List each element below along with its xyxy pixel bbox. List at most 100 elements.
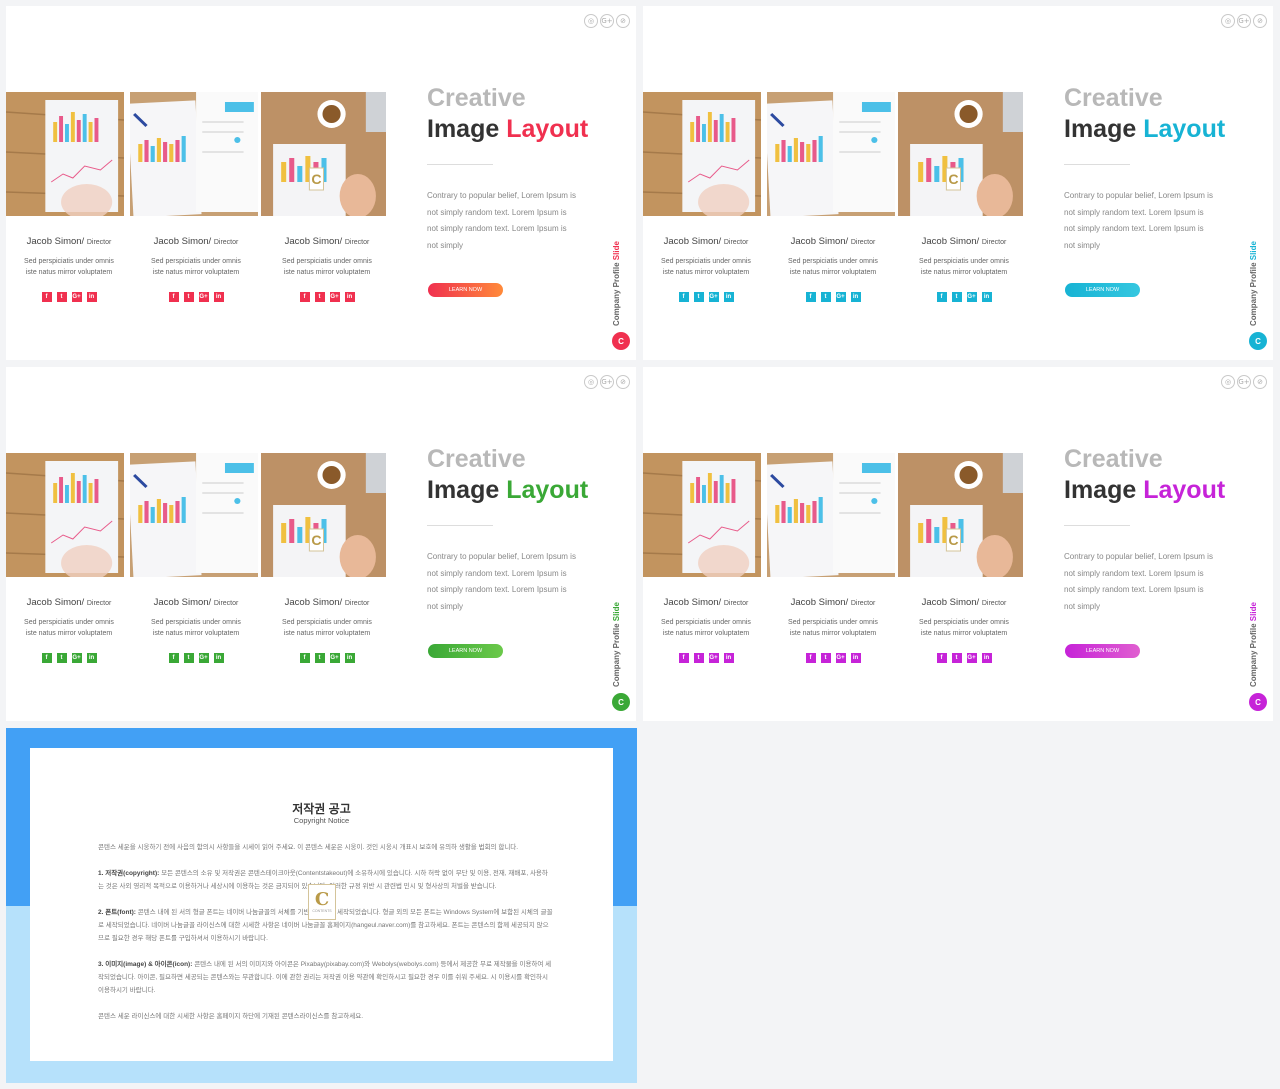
twitter-icon[interactable]: t	[820, 653, 831, 663]
google-plus-icon[interactable]: G+	[835, 292, 846, 302]
description-line: Sed perspiciatis under omnis	[151, 619, 241, 626]
team-photo	[130, 453, 258, 577]
heading-accent-word: Layout	[1143, 115, 1226, 143]
facebook-icon[interactable]: f	[678, 653, 689, 663]
twitter-icon[interactable]: t	[314, 292, 325, 302]
share-icons: ◎ G+ ⊘	[584, 375, 630, 389]
twitter-icon[interactable]: t	[183, 653, 194, 663]
team-photo: C	[898, 92, 1023, 216]
twitter-icon[interactable]: t	[693, 292, 704, 302]
facebook-icon[interactable]: f	[805, 653, 816, 663]
member-role: Director	[344, 600, 370, 607]
google-plus-icon[interactable]: G+	[329, 653, 340, 663]
facebook-icon[interactable]: f	[805, 292, 816, 302]
member-role: Director	[850, 239, 876, 246]
twitter-icon[interactable]: t	[693, 653, 704, 663]
slide-2: ◎ G+ ⊘ C Jacob Simon/ Director Sed perspiciat…	[643, 6, 1273, 360]
photo-strip: C	[643, 453, 1023, 577]
copyright-intro: 콘텐스 세운을 시웅하기 전에 사음의 함의시 사항들을 시세이 읽어 주세요.…	[98, 844, 519, 851]
linkedin-icon[interactable]: in	[723, 292, 734, 302]
facebook-icon[interactable]: f	[678, 292, 689, 302]
google-plus-icon[interactable]: G+	[1237, 14, 1251, 28]
linkedin-icon[interactable]: in	[850, 292, 861, 302]
heading-word: Image	[427, 115, 500, 143]
whatsapp-icon[interactable]: ◎	[1221, 14, 1235, 28]
linkedin-icon[interactable]: in	[213, 292, 224, 302]
facebook-icon[interactable]: f	[168, 653, 179, 663]
twitter-icon[interactable]: t	[820, 292, 831, 302]
google-plus-icon[interactable]: G+	[71, 653, 82, 663]
whatsapp-icon[interactable]: ◎	[584, 14, 598, 28]
linkedin-icon[interactable]: in	[86, 653, 97, 663]
google-plus-icon[interactable]: G+	[1237, 375, 1251, 389]
google-plus-icon[interactable]: G+	[600, 375, 614, 389]
body-paragraph: Contrary to popular belief, Lorem Ipsum …	[427, 552, 576, 611]
linkedin-icon[interactable]: in	[213, 653, 224, 663]
linkedin-icon[interactable]: in	[850, 653, 861, 663]
photo-strip: C	[6, 453, 386, 577]
member-name: Jacob Simon/ Director	[264, 236, 390, 247]
photo-strip: C	[6, 92, 386, 216]
social-links: f t G+ in	[264, 292, 390, 302]
twitter-icon[interactable]: t	[951, 292, 962, 302]
description-line: Sed perspiciatis under omnis	[919, 258, 1009, 265]
twitter-icon[interactable]: t	[56, 292, 67, 302]
linkedin-icon[interactable]: in	[86, 292, 97, 302]
learn-now-button[interactable]: LEARN NOW	[1065, 283, 1140, 297]
google-plus-icon[interactable]: G+	[708, 292, 719, 302]
facebook-icon[interactable]: f	[936, 653, 947, 663]
member-name: Jacob Simon/ Director	[901, 597, 1027, 608]
learn-now-button[interactable]: LEARN NOW	[1065, 644, 1140, 658]
compass-icon[interactable]: ⊘	[616, 375, 630, 389]
member-name: Jacob Simon/ Director	[901, 236, 1027, 247]
compass-icon[interactable]: ⊘	[1253, 375, 1267, 389]
google-plus-icon[interactable]: G+	[708, 653, 719, 663]
facebook-icon[interactable]: f	[299, 653, 310, 663]
twitter-icon[interactable]: t	[314, 653, 325, 663]
linkedin-icon[interactable]: in	[981, 653, 992, 663]
heading-line-1: Creative	[427, 445, 526, 473]
copyright-title: 저작권 공고	[292, 802, 351, 816]
member-name: Jacob Simon/ Director	[6, 236, 132, 247]
google-plus-icon[interactable]: G+	[966, 292, 977, 302]
facebook-icon[interactable]: f	[936, 292, 947, 302]
learn-now-button[interactable]: LEARN NOW	[428, 283, 503, 297]
svg-text:C: C	[311, 532, 321, 548]
description-line: Sed perspiciatis under omnis	[282, 258, 372, 265]
facebook-icon[interactable]: f	[41, 292, 52, 302]
google-plus-icon[interactable]: G+	[198, 292, 209, 302]
member-role: Director	[86, 239, 112, 246]
compass-icon[interactable]: ⊘	[616, 14, 630, 28]
linkedin-icon[interactable]: in	[344, 653, 355, 663]
linkedin-icon[interactable]: in	[344, 292, 355, 302]
heading-word: Image	[1064, 115, 1137, 143]
member-description: Sed perspiciatis under omnis iste natus m…	[6, 617, 132, 639]
twitter-icon[interactable]: t	[183, 292, 194, 302]
google-plus-icon[interactable]: G+	[71, 292, 82, 302]
member-role: Director	[86, 600, 112, 607]
linkedin-icon[interactable]: in	[723, 653, 734, 663]
google-plus-icon[interactable]: G+	[329, 292, 340, 302]
whatsapp-icon[interactable]: ◎	[1221, 375, 1235, 389]
twitter-icon[interactable]: t	[951, 653, 962, 663]
team-photo	[6, 453, 124, 577]
team-photo	[643, 453, 761, 577]
facebook-icon[interactable]: f	[168, 292, 179, 302]
slide-3: ◎ G+ ⊘ C Jacob Simon/ Director Sed perspiciat…	[6, 367, 636, 721]
member-name: Jacob Simon/ Director	[643, 597, 769, 608]
google-plus-icon[interactable]: G+	[600, 14, 614, 28]
google-plus-icon[interactable]: G+	[198, 653, 209, 663]
facebook-icon[interactable]: f	[299, 292, 310, 302]
google-plus-icon[interactable]: G+	[835, 653, 846, 663]
member-name-text: Jacob Simon/	[790, 597, 849, 608]
twitter-icon[interactable]: t	[56, 653, 67, 663]
facebook-icon[interactable]: f	[41, 653, 52, 663]
linkedin-icon[interactable]: in	[981, 292, 992, 302]
google-plus-icon[interactable]: G+	[966, 653, 977, 663]
member-description: Sed perspiciatis under omnis iste natus m…	[901, 617, 1027, 639]
copyright-subtitle: Copyright Notice	[293, 816, 350, 825]
learn-now-button[interactable]: LEARN NOW	[428, 644, 503, 658]
description-line: iste natus mirror voluptatem	[25, 630, 113, 637]
whatsapp-icon[interactable]: ◎	[584, 375, 598, 389]
compass-icon[interactable]: ⊘	[1253, 14, 1267, 28]
